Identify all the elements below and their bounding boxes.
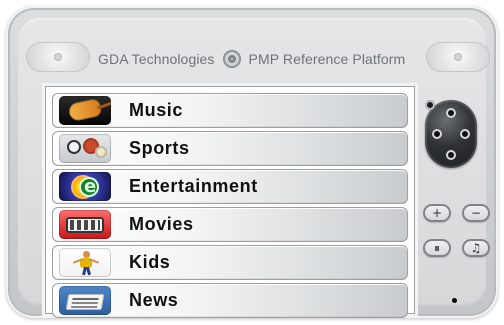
device-screen: Music Sports Entertainment xyxy=(45,86,415,318)
sports-thumb-icon xyxy=(59,134,111,163)
volume-up-button[interactable]: + xyxy=(423,204,451,222)
menu-item-label: News xyxy=(129,290,179,310)
dpad-down-button[interactable] xyxy=(446,150,456,160)
right-speaker-grille xyxy=(426,42,490,72)
brand-right-text: PMP Reference Platform xyxy=(248,51,406,67)
navigation-dpad[interactable] xyxy=(425,100,477,168)
film-shape xyxy=(66,217,104,233)
kid-figure-shape xyxy=(72,251,100,276)
volume-down-button[interactable]: − xyxy=(462,204,490,222)
menu-item-entertainment[interactable]: Entertainment xyxy=(52,169,408,204)
left-speaker-grille xyxy=(26,42,90,72)
dpad-center-button[interactable] xyxy=(425,100,435,110)
dpad-right-button[interactable] xyxy=(460,129,470,139)
pause-button[interactable]: ⏸ xyxy=(423,239,451,257)
ball-shape xyxy=(67,140,81,154)
kid-head-shape xyxy=(83,251,90,258)
menu-item-kids[interactable]: Kids xyxy=(52,245,408,280)
menu-item-label: Movies xyxy=(129,214,194,234)
plus-icon: + xyxy=(431,206,443,220)
kid-leg-shape xyxy=(86,266,91,276)
menu-item-label: Sports xyxy=(129,138,190,158)
music-thumb-icon xyxy=(59,96,111,125)
brand-left-text: GDA Technologies xyxy=(98,51,215,67)
news-thumb-icon xyxy=(59,286,111,315)
brand-logo-icon xyxy=(222,50,241,68)
menu-item-music[interactable]: Music xyxy=(52,93,408,128)
kids-thumb-icon xyxy=(59,248,111,277)
pause-icon: ⏸ xyxy=(433,240,440,255)
brand-bar: GDA Technologies PMP Reference Platform xyxy=(98,50,405,68)
minus-icon: − xyxy=(470,206,482,220)
menu-item-label: Entertainment xyxy=(129,176,258,196)
newspaper-shape xyxy=(65,294,105,310)
main-menu: Music Sports Entertainment xyxy=(52,93,408,318)
music-button[interactable]: ♫ xyxy=(462,239,490,257)
movies-thumb-icon xyxy=(59,210,111,239)
entertainment-thumb-icon xyxy=(59,172,111,201)
menu-item-label: Music xyxy=(129,100,184,120)
media-player-device: GDA Technologies PMP Reference Platform … xyxy=(6,6,498,318)
guitar-shape xyxy=(67,97,103,123)
dpad-left-button[interactable] xyxy=(432,129,442,139)
music-note-icon: ♫ xyxy=(470,241,482,255)
menu-item-movies[interactable]: Movies xyxy=(52,207,408,242)
menu-item-label: Kids xyxy=(129,252,171,272)
power-indicator-dot xyxy=(452,298,457,303)
e-badge-shape xyxy=(79,176,99,197)
menu-item-news[interactable]: News xyxy=(52,283,408,318)
ball-shape xyxy=(95,146,107,158)
menu-item-sports[interactable]: Sports xyxy=(52,131,408,166)
dpad-up-button[interactable] xyxy=(446,108,456,118)
